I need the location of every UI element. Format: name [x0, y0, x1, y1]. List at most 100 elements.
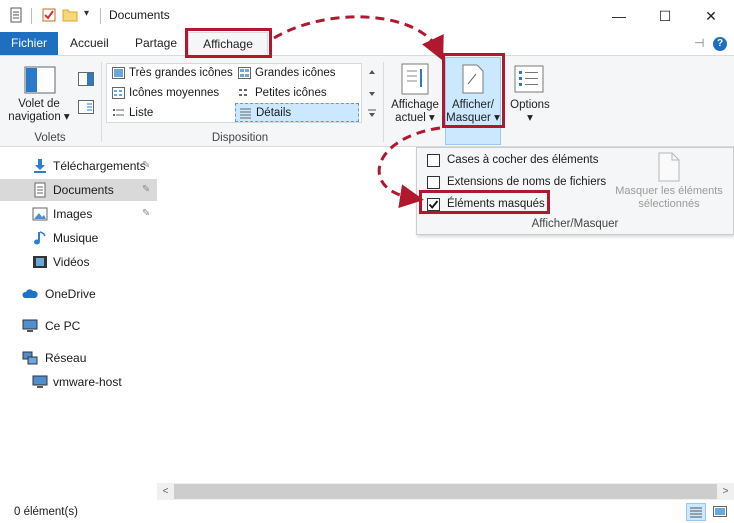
nav-pane-label-2: navigation ▾ — [8, 111, 70, 123]
navigation-pane-icon — [24, 66, 56, 94]
small-icons-icon — [239, 89, 247, 96]
window-title: Documents — [109, 8, 170, 22]
nav-item-music[interactable]: Musique — [0, 227, 157, 249]
annotation-box-view-tab — [185, 28, 272, 58]
extra-large-icons-icon — [112, 67, 125, 79]
nav-item-videos[interactable]: Vidéos — [0, 251, 157, 273]
pin-icon[interactable]: ✎ — [142, 155, 150, 177]
layout-details[interactable]: Détails — [235, 103, 359, 122]
hide-selected-label-2: sélectionnés — [638, 198, 700, 210]
horizontal-scrollbar[interactable]: < > — [157, 483, 734, 500]
scroll-right-icon[interactable]: > — [717, 483, 734, 500]
nav-item-documents[interactable]: Documents ✎ — [0, 179, 157, 201]
list-icon — [113, 109, 124, 116]
current-view-label-1: Affichage — [391, 99, 439, 111]
hide-selected-button[interactable]: Masquer les éléments sélectionnés — [607, 185, 731, 211]
cloud-icon — [22, 289, 38, 298]
ribbon-tabs: Fichier Accueil Partage Affichage ⊣ ? — [0, 32, 734, 55]
nav-label: Ce PC — [45, 319, 81, 333]
navigation-pane: Téléchargements ✎ Documents ✎ Images ✎ M… — [0, 147, 157, 500]
navigation-pane-button[interactable]: Volet de navigation ▾ — [4, 98, 74, 124]
customize-qa-chevron-icon[interactable]: ▾ — [84, 8, 89, 19]
nav-label: Images — [53, 207, 93, 221]
title-separator — [100, 8, 101, 24]
nav-label: Réseau — [45, 351, 87, 365]
annotation-box-hidden-items — [419, 190, 550, 214]
layout-extra-large-icons[interactable]: Très grandes icônes — [109, 64, 233, 83]
checkbox-label: Extensions de noms de fichiers — [447, 176, 607, 188]
layout-group-label: Disposition — [211, 132, 269, 144]
group-separator — [383, 62, 384, 142]
scroll-thumb[interactable] — [174, 484, 717, 499]
group-separator — [101, 62, 102, 142]
minimize-icon: — — [612, 8, 626, 24]
nav-item-images[interactable]: Images ✎ — [0, 203, 157, 225]
panes-group-label: Volets — [34, 132, 66, 144]
new-folder-icon[interactable] — [62, 7, 78, 23]
pin-icon[interactable]: ✎ — [142, 179, 150, 201]
music-icon — [34, 231, 46, 245]
qa-separator — [31, 8, 32, 24]
status-bar: 0 élément(s) — [0, 500, 734, 523]
nav-item-network[interactable]: Réseau — [0, 347, 157, 369]
layout-label: Liste — [129, 107, 154, 119]
tab-home[interactable]: Accueil — [58, 32, 121, 55]
current-view-label-2: actuel ▾ — [395, 112, 435, 124]
item-checkboxes-option[interactable]: Cases à cocher des éléments — [427, 151, 627, 169]
options-label: Options — [510, 99, 550, 111]
large-icons-view-toggle[interactable] — [710, 503, 730, 521]
layout-small-icons[interactable]: Petites icônes — [235, 84, 359, 103]
nav-item-this-pc[interactable]: Ce PC — [0, 315, 157, 337]
nav-item-onedrive[interactable]: OneDrive — [0, 283, 157, 305]
gallery-scroll-icon[interactable] — [366, 64, 378, 124]
file-extensions-option[interactable]: Extensions de noms de fichiers — [427, 173, 627, 191]
medium-icons-icon — [112, 87, 125, 99]
large-icons-icon — [238, 67, 251, 79]
picture-icon — [32, 207, 48, 221]
close-icon: ✕ — [705, 7, 717, 24]
download-icon — [34, 159, 46, 173]
layout-gallery: Très grandes icônes Grandes icônes Icône… — [106, 63, 362, 123]
tab-file[interactable]: Fichier — [0, 32, 58, 55]
layout-label: Petites icônes — [255, 87, 327, 99]
scroll-left-icon[interactable]: < — [157, 483, 174, 500]
layout-label: Détails — [256, 107, 292, 119]
pin-icon[interactable]: ✎ — [142, 203, 150, 225]
item-checkboxes-checkbox[interactable] — [427, 154, 440, 167]
checkmark-icon[interactable] — [41, 7, 57, 23]
network-icon — [22, 351, 38, 365]
minimize-button[interactable]: — — [596, 0, 642, 32]
details-icon — [240, 108, 251, 119]
options-button[interactable]: Options ▾ — [505, 99, 555, 125]
nav-item-vmware-host[interactable]: vmware-host — [0, 371, 157, 393]
nav-label: Téléchargements — [53, 159, 146, 173]
details-view-toggle[interactable] — [686, 503, 706, 521]
document-icon — [34, 182, 46, 198]
close-button[interactable]: ✕ — [688, 0, 734, 32]
ribbon-view: Volet de navigation ▾ Volets Très grande… — [0, 55, 734, 147]
details-view-icon — [690, 507, 702, 518]
video-icon — [33, 256, 47, 268]
details-pane-icon[interactable] — [78, 100, 94, 114]
file-extensions-checkbox[interactable] — [427, 176, 440, 189]
item-count: 0 élément(s) — [14, 506, 78, 518]
preview-pane-icon[interactable] — [78, 72, 94, 86]
pin-ribbon-icon[interactable]: ⊣ — [694, 36, 704, 50]
layout-label: Très grandes icônes — [129, 67, 233, 79]
help-icon[interactable]: ? — [713, 37, 727, 51]
nav-pane-label-1: Volet de — [18, 98, 60, 110]
monitor-icon — [32, 375, 48, 388]
layout-list[interactable]: Liste — [109, 104, 233, 123]
layout-medium-icons[interactable]: Icônes moyennes — [109, 84, 233, 103]
nav-item-downloads[interactable]: Téléchargements ✎ — [0, 155, 157, 177]
nav-label: Vidéos — [53, 255, 90, 269]
nav-label: Musique — [53, 231, 99, 245]
current-view-button[interactable]: Affichage actuel ▾ — [387, 99, 443, 125]
options-chevron-icon: ▾ — [527, 112, 533, 124]
maximize-button[interactable]: ☐ — [642, 0, 688, 32]
properties-icon[interactable] — [8, 7, 24, 23]
computer-icon — [22, 319, 38, 332]
layout-large-icons[interactable]: Grandes icônes — [235, 64, 359, 83]
tab-share[interactable]: Partage — [123, 32, 189, 55]
layout-label: Grandes icônes — [255, 67, 336, 79]
